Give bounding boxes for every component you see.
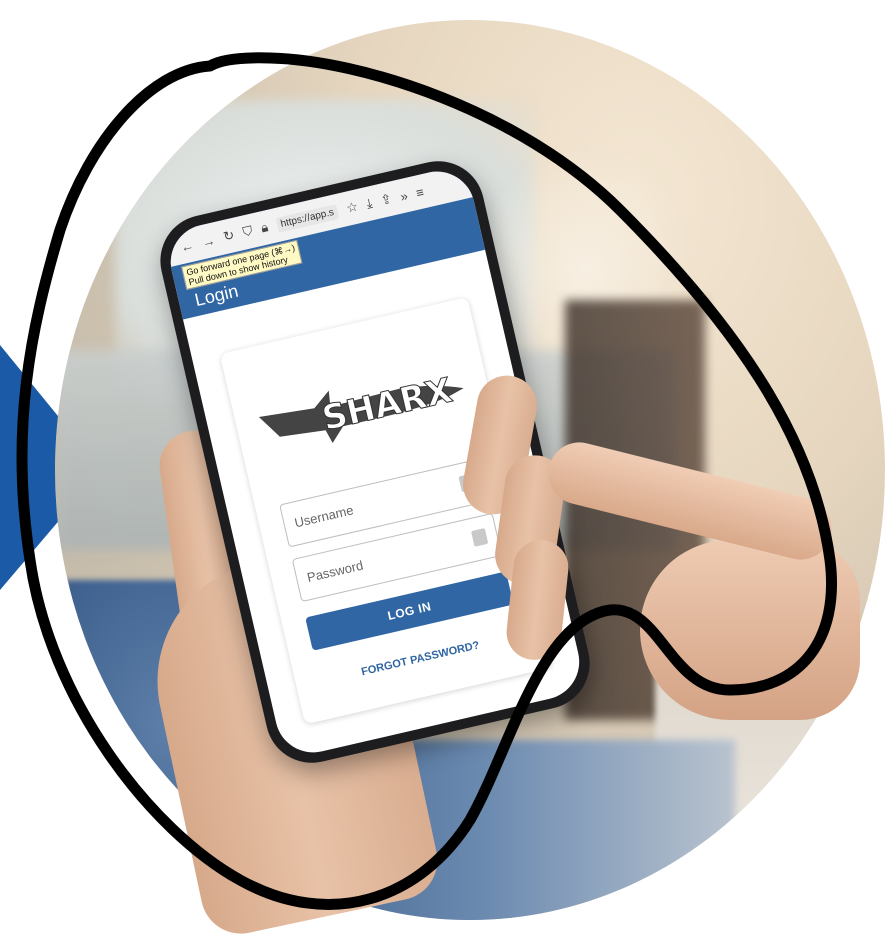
black-outline-stroke bbox=[16, 52, 837, 910]
hero-illustration: ← → ↻ ⛉ 🔒︎ https://app.s ☆ ⤓ ⇪ » ≡ Go fo… bbox=[0, 0, 890, 941]
